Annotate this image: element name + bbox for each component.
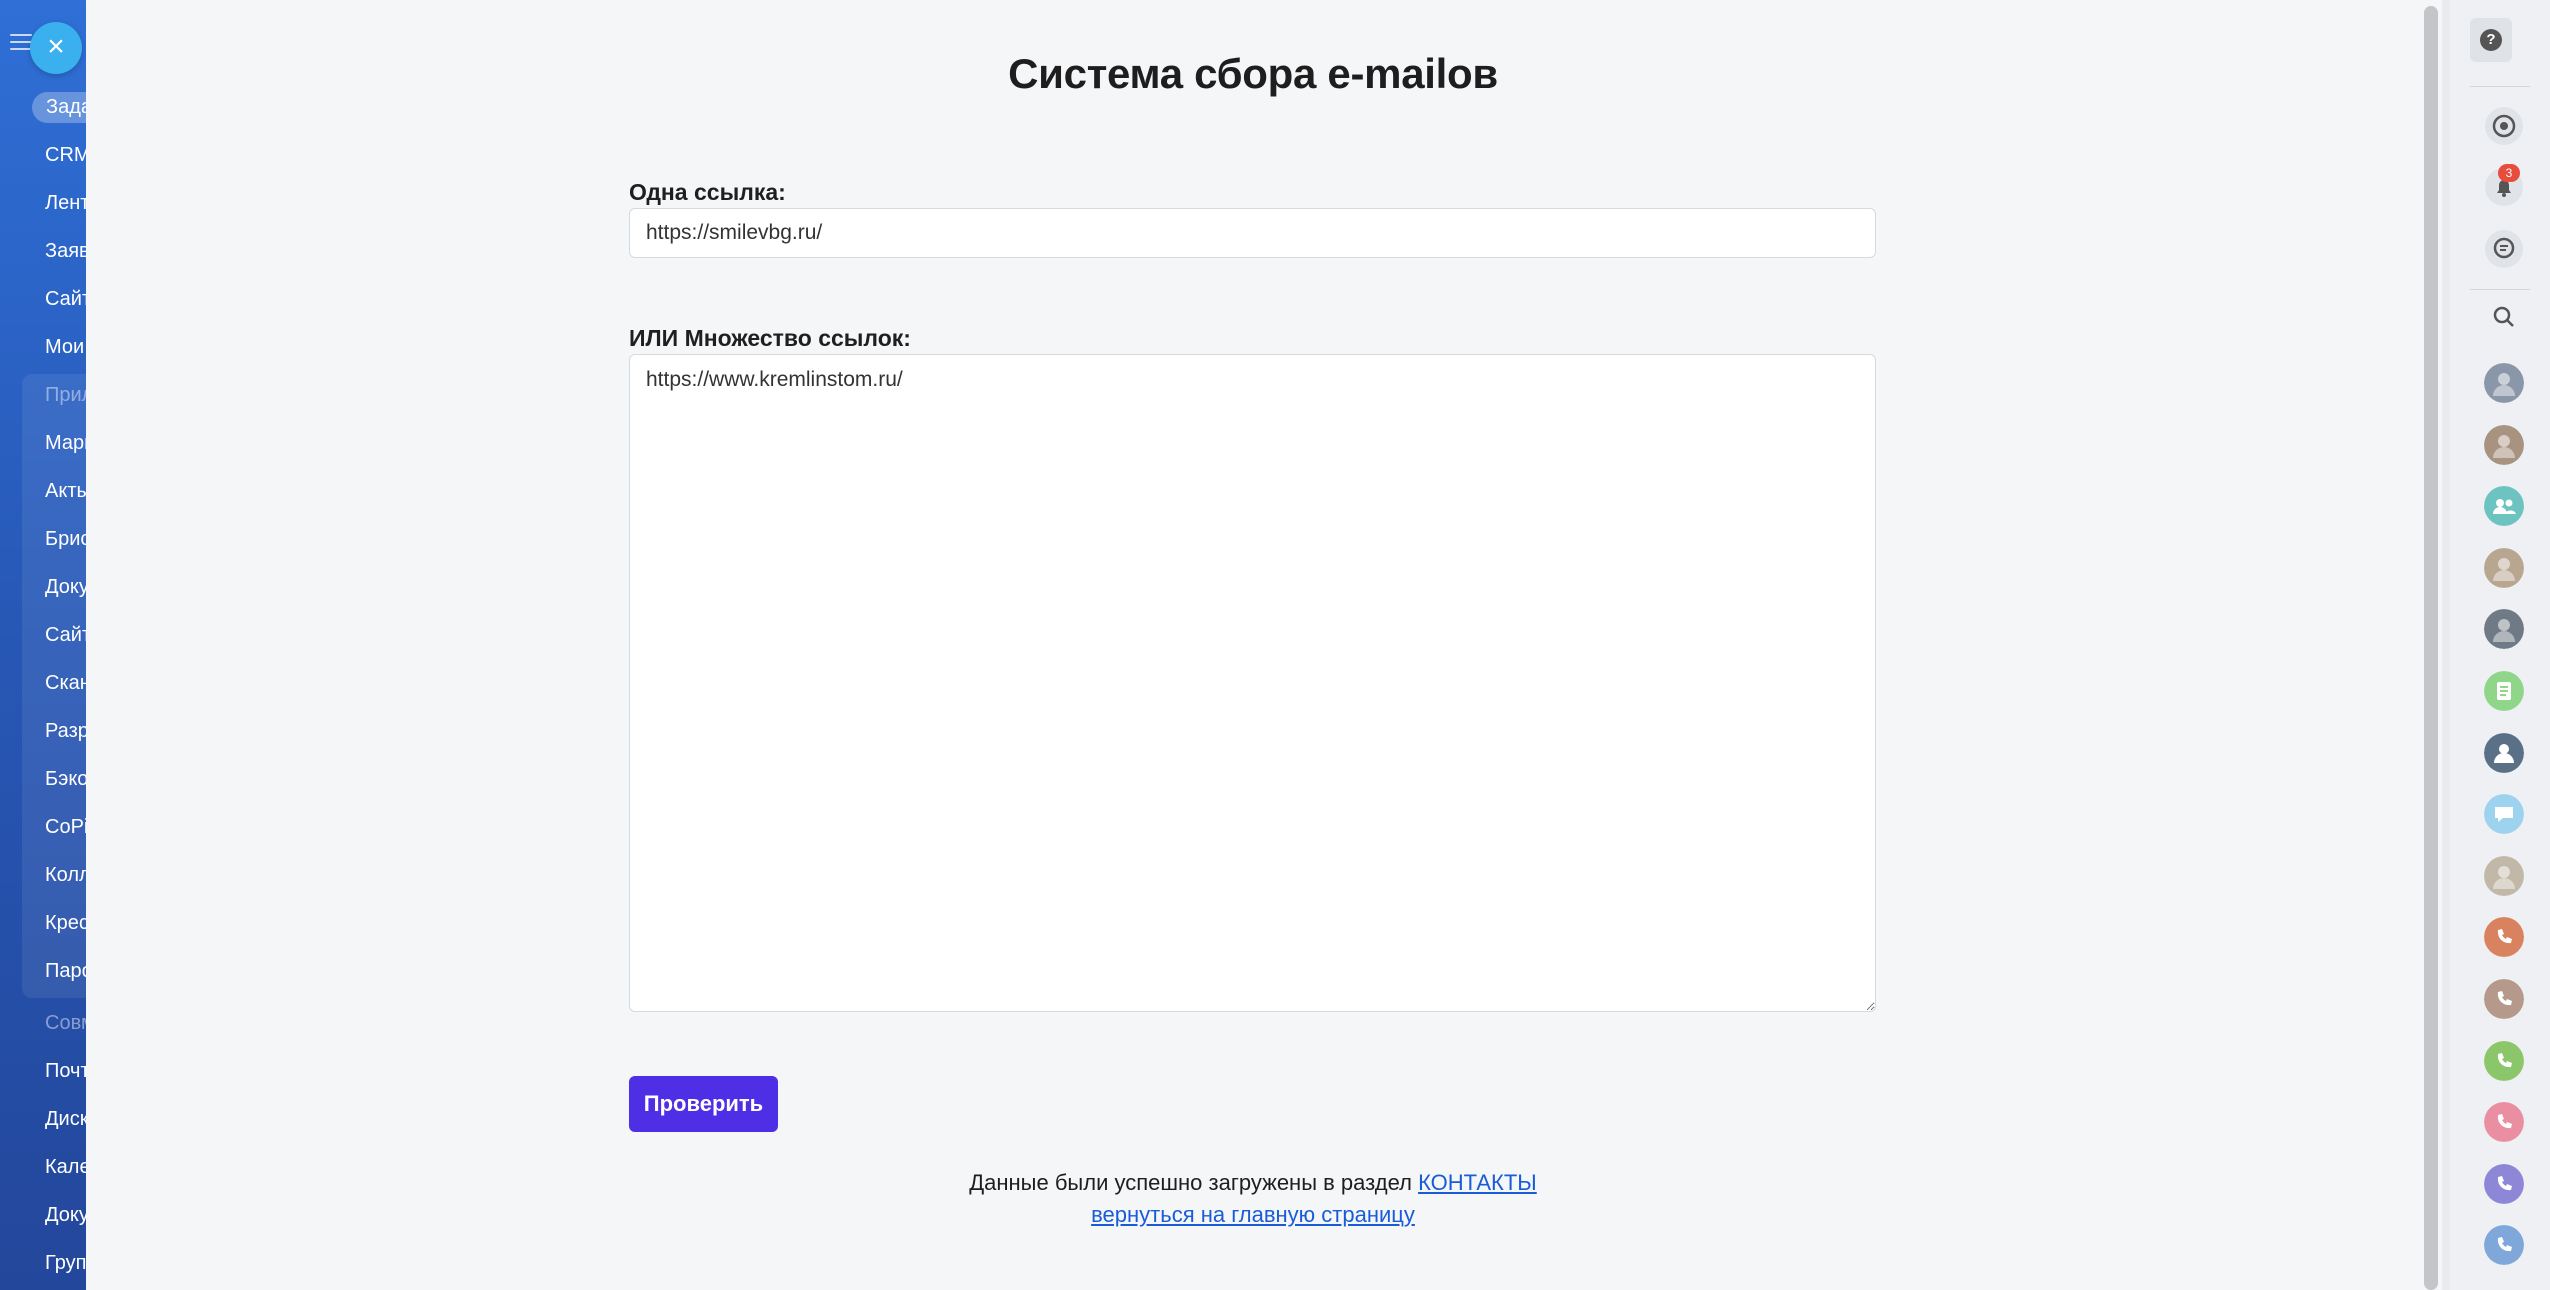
group-contact-icon[interactable] — [2484, 486, 2524, 526]
phone-contact-icon[interactable] — [2484, 1225, 2524, 1265]
sidebar-item[interactable]: Скан — [45, 672, 90, 695]
right-sidebar — [2450, 0, 2550, 1290]
menu-icon[interactable] — [10, 34, 32, 55]
single-link-input[interactable] — [629, 208, 1876, 258]
sidebar-item[interactable]: Приложения — [45, 384, 90, 407]
sidebar-item[interactable]: Задачи — [32, 92, 90, 123]
phone-contact-icon[interactable] — [2484, 1102, 2524, 1142]
phone-contact-icon[interactable] — [2484, 917, 2524, 957]
sidebar-item[interactable]: CRM — [45, 144, 90, 167]
scrollbar-thumb[interactable] — [2424, 6, 2438, 1290]
avatar-contact-icon[interactable] — [2484, 425, 2524, 465]
sidebar-item[interactable]: Маркет — [45, 432, 90, 455]
sidebar-item[interactable]: Акты — [45, 480, 90, 503]
left-sidebar: Задачи CRM Лента Заявки Сайты Мои Приложения Ма… — [0, 0, 90, 1290]
panel-gutter — [2442, 0, 2450, 1290]
contacts-link[interactable]: КОНТАКТЫ — [1418, 1170, 1537, 1195]
close-icon[interactable]: × — [30, 22, 82, 74]
sidebar-item[interactable]: Заявки — [45, 240, 90, 263]
email-collector-panel: Система сбора e-mailов Одна ссылка: ИЛИ … — [86, 0, 2420, 1290]
copilot-icon[interactable] — [2484, 106, 2524, 146]
sidebar-item[interactable]: Крес — [45, 912, 89, 935]
sidebar-item[interactable]: Мои — [45, 336, 84, 359]
sidebar-item[interactable]: Сайт — [45, 624, 90, 647]
sidebar-item[interactable]: CoPi — [45, 816, 88, 839]
sidebar-item[interactable]: Доку — [45, 576, 89, 599]
sidebar-item[interactable]: Совм — [45, 1012, 90, 1035]
multi-link-textarea[interactable]: https://www.kremlinstom.ru/ — [629, 354, 1876, 1012]
phone-contact-icon[interactable] — [2484, 979, 2524, 1019]
multi-link-label: ИЛИ Множество ссылок: — [629, 325, 911, 351]
sidebar-item[interactable]: Лента — [45, 192, 90, 215]
sidebar-item[interactable]: Сайты — [45, 288, 90, 311]
sidebar-item[interactable]: Груп — [45, 1252, 86, 1275]
scrollbar[interactable] — [2420, 0, 2442, 1290]
sidebar-item[interactable]: Брис — [45, 528, 90, 551]
avatar-contact-icon[interactable] — [2484, 856, 2524, 896]
search-icon[interactable] — [2484, 297, 2524, 337]
help-icon: ? — [2480, 29, 2502, 51]
divider — [2470, 86, 2530, 87]
check-button[interactable]: Проверить — [629, 1076, 778, 1132]
notification-badge: 3 — [2498, 164, 2520, 182]
phone-contact-icon[interactable] — [2484, 1164, 2524, 1204]
sidebar-item[interactable]: Паро — [45, 960, 90, 983]
chat-contact-icon[interactable] — [2484, 794, 2524, 834]
sidebar-item[interactable]: Почт — [45, 1060, 90, 1083]
avatar-contact-icon[interactable] — [2484, 609, 2524, 649]
divider — [2470, 289, 2530, 290]
page-title: Система сбора e-mailов — [1008, 50, 1498, 97]
single-link-label: Одна ссылка: — [629, 179, 786, 205]
sidebar-item[interactable]: Колл — [45, 864, 90, 887]
sidebar-item[interactable]: Диск — [45, 1108, 88, 1131]
doc-contact-icon[interactable] — [2484, 671, 2524, 711]
phone-contact-icon[interactable] — [2484, 1041, 2524, 1081]
user-contact-icon[interactable] — [2484, 733, 2524, 773]
chat-icon[interactable] — [2484, 229, 2524, 269]
status-message: Данные были успешно загружены в раздел К… — [86, 1170, 2420, 1196]
status-text: Данные были успешно загружены в раздел — [969, 1170, 1419, 1195]
avatar-contact-icon[interactable] — [2484, 363, 2524, 403]
help-button[interactable]: ? — [2470, 18, 2512, 62]
sidebar-item[interactable]: Разр — [45, 720, 89, 743]
avatar-contact-icon[interactable] — [2484, 548, 2524, 588]
sidebar-item[interactable]: Доку — [45, 1204, 89, 1227]
sidebar-item[interactable]: Кале — [45, 1156, 90, 1179]
back-to-main-link[interactable]: вернуться на главную страницу — [86, 1202, 2420, 1228]
sidebar-item[interactable]: Бэко — [45, 768, 88, 791]
